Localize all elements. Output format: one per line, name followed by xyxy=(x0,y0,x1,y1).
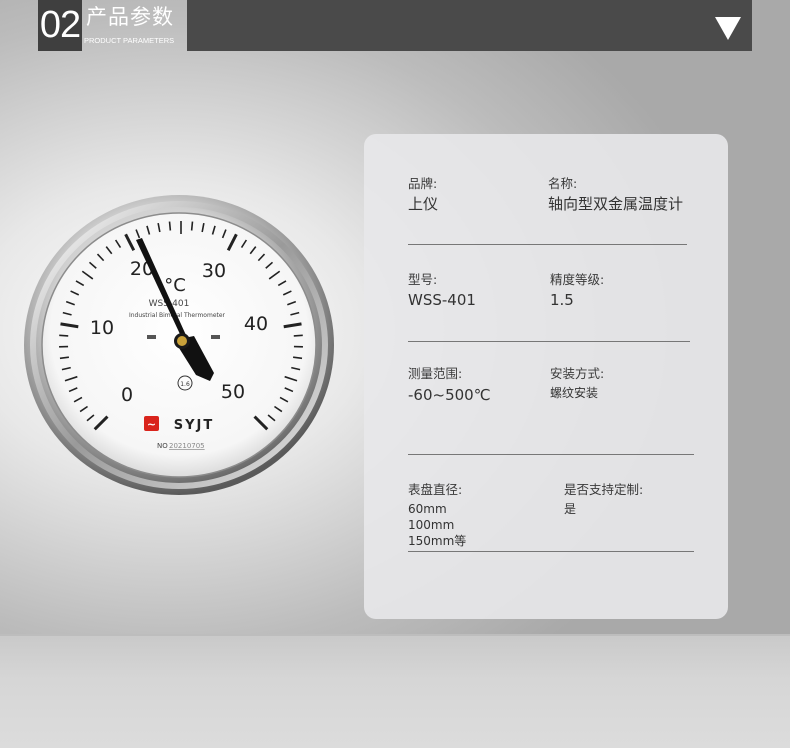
model-value: WSS-401 xyxy=(408,291,476,309)
params-card: 品牌: 上仪 名称: 轴向型双金属温度计 型号: WSS-401 精度等级: 1… xyxy=(364,134,728,619)
logo-text: SYJT xyxy=(174,418,214,433)
divider xyxy=(408,244,687,245)
gauge-tick xyxy=(59,334,69,337)
gauge-tick xyxy=(59,356,69,360)
divider xyxy=(408,341,690,342)
custom-label: 是否支持定制: xyxy=(564,482,644,497)
dial-label: 表盘直径: xyxy=(408,482,463,497)
gauge-tick xyxy=(293,334,303,337)
brand-label: 品牌: xyxy=(408,176,438,191)
accuracy-label: 精度等级: xyxy=(550,272,605,287)
scale-label: 40 xyxy=(244,313,268,335)
divider xyxy=(408,551,694,552)
custom-value: 是 xyxy=(564,502,577,516)
scale-label: 50 xyxy=(221,381,245,403)
range-label: 测量范围: xyxy=(408,366,463,381)
divider xyxy=(408,454,694,455)
floor-background xyxy=(0,634,790,748)
gauge-unit: °C xyxy=(164,275,186,296)
screw-right xyxy=(211,335,220,339)
accuracy-value: 1.5 xyxy=(550,291,574,309)
dial-value: 60mm xyxy=(408,502,447,516)
thermometer-image: 0 10 20 30 40 50 °C WSS-401 Industrial B… xyxy=(24,195,334,495)
gauge-tick xyxy=(293,356,303,360)
scale-label: 10 xyxy=(90,317,114,339)
scale-label: 30 xyxy=(202,260,226,282)
install-label: 安装方式: xyxy=(550,366,605,381)
accuracy-badge-text: 1.6 xyxy=(180,381,190,388)
header-bar xyxy=(187,0,752,51)
dial-value: 150mm等 xyxy=(408,534,467,548)
serial-prefix: NO xyxy=(157,442,168,450)
needle-hub-cap xyxy=(177,336,187,346)
gauge-tick xyxy=(190,221,194,231)
syjt-logo: ~ xyxy=(144,416,159,431)
dial-value: 100mm xyxy=(408,518,455,532)
screw-left xyxy=(147,335,156,339)
section-number: 02 xyxy=(38,0,82,51)
gauge-tick xyxy=(168,221,172,231)
name-label: 名称: xyxy=(548,176,578,191)
name-value: 轴向型双金属温度计 xyxy=(548,195,684,213)
svg-text:~: ~ xyxy=(147,418,156,431)
range-value: -60~500℃ xyxy=(408,386,491,404)
section-title: 产品参数 PRODUCT PARAMETERS xyxy=(84,0,186,51)
scale-label: 0 xyxy=(121,384,133,406)
chevron-down-icon[interactable] xyxy=(715,17,741,40)
install-value: 螺纹安装 xyxy=(550,386,599,400)
brand-value: 上仪 xyxy=(408,195,439,213)
model-label: 型号: xyxy=(408,272,438,287)
serial-value: 20210705 xyxy=(169,442,205,450)
section-title-en: PRODUCT PARAMETERS xyxy=(84,36,175,45)
section-title-cn: 产品参数 xyxy=(86,5,174,29)
